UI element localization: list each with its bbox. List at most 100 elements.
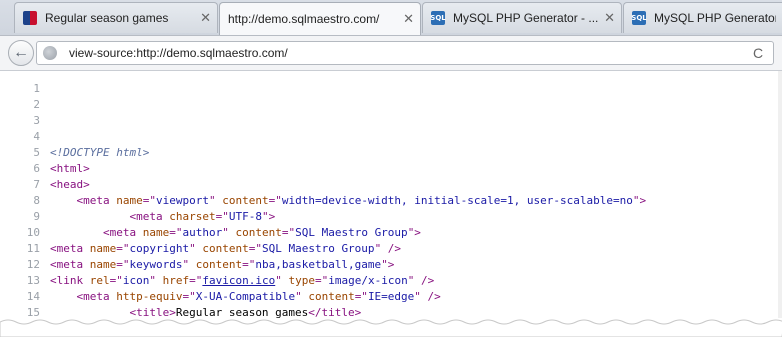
tab-regular-season-games[interactable]: Regular season games ✕	[14, 2, 218, 33]
source-token: <link	[50, 274, 90, 287]
source-token: ="	[268, 194, 282, 207]
source-token: nba,basketball,game	[255, 258, 382, 271]
source-token: ="	[142, 194, 156, 207]
tab-mysql-php-generator-2[interactable]: SQL MySQL PHP Generator -	[623, 2, 782, 33]
tab-label: MySQL PHP Generator - ...	[453, 11, 599, 25]
tab-mysql-php-generator-1[interactable]: SQL MySQL PHP Generator - ... ✕	[422, 2, 622, 33]
source-token: ">	[407, 226, 421, 239]
line-number: 7	[33, 178, 40, 191]
source-token: copyright	[129, 242, 190, 255]
source-token: name	[89, 242, 117, 255]
address-bar[interactable]: view-source:http://demo.sqlmaestro.com/ …	[36, 41, 774, 65]
source-line: 14 <meta http-equiv="X-UA-Compatible" co…	[0, 289, 770, 305]
source-token: " />	[374, 242, 402, 255]
line-number: 2	[33, 98, 40, 111]
source-link[interactable]: favicon.ico	[202, 274, 275, 287]
torn-edge	[0, 318, 782, 337]
source-token: <!DOCTYPE html>	[50, 146, 150, 159]
line-number: 8	[33, 194, 40, 207]
source-token: ">	[381, 258, 395, 271]
source-token: <meta	[129, 210, 170, 223]
tab-label: http://demo.sqlmaestro.com/	[228, 12, 380, 26]
tab-label: Regular season games	[45, 11, 169, 25]
line-number: 14	[26, 290, 40, 303]
close-icon[interactable]: ✕	[200, 10, 211, 26]
source-token: keywords	[129, 258, 183, 271]
source-token: image/x-icon	[328, 274, 408, 287]
source-token: "	[182, 258, 196, 271]
line-number: 5	[33, 146, 40, 159]
reload-button[interactable]: C	[749, 45, 767, 61]
source-token: <meta	[50, 242, 90, 255]
source-token: ">	[261, 210, 276, 223]
source-token: <html>	[50, 162, 90, 175]
source-token: SQL Maestro Group	[295, 226, 408, 239]
source-token: ="	[116, 258, 130, 271]
source-line: 7 <head>	[0, 177, 770, 193]
source-line: 9 <meta charset="UTF-8">	[0, 209, 770, 225]
source-token: " />	[407, 274, 435, 287]
source-token: ">	[632, 194, 647, 207]
source-token: <meta	[76, 194, 117, 207]
source-token: " />	[414, 290, 441, 303]
sql-icon: SQL	[430, 11, 446, 25]
source-line: 5 <!DOCTYPE html>	[0, 145, 770, 161]
address-input[interactable]: view-source:http://demo.sqlmaestro.com/	[69, 46, 749, 60]
source-token: "	[222, 226, 236, 239]
source-token: type	[288, 274, 315, 287]
source-token: UTF-8	[228, 210, 262, 223]
source-token: ="	[182, 290, 196, 303]
source-token: <meta	[102, 226, 143, 239]
source-token: charset	[169, 210, 216, 223]
source-token: viewport	[156, 194, 209, 207]
source-token: ="	[281, 226, 296, 239]
close-icon[interactable]: ✕	[604, 10, 615, 26]
source-line: 11 <meta name="copyright" content="SQL Ma…	[0, 241, 770, 257]
source-token: IE=edge	[367, 290, 415, 303]
line-number: 4	[33, 130, 40, 143]
page-source-view: 1 2 3 4 5 <!DOCTYPE html> 6 <html> 7 <head> 8 <met…	[0, 71, 782, 337]
scrollbar[interactable]	[778, 71, 782, 321]
source-token: X-UA-Compatible	[195, 290, 296, 303]
globe-icon	[43, 46, 57, 60]
line-number: 3	[33, 114, 40, 127]
tab-view-source[interactable]: http://demo.sqlmaestro.com/ ✕	[219, 2, 421, 35]
source-token: <meta	[50, 258, 90, 271]
line-number: 12	[26, 258, 40, 271]
source-token: name	[89, 258, 117, 271]
source-token: ="	[242, 258, 256, 271]
source-token: "	[208, 194, 223, 207]
source-token: width=device-width, initial-scale=1, use…	[281, 194, 633, 207]
line-number: 1	[33, 82, 40, 95]
source-token: SQL Maestro Group	[261, 242, 375, 255]
source-token: author	[182, 226, 223, 239]
back-button[interactable]: ←	[8, 40, 34, 66]
tab-strip: Regular season games ✕ http://demo.sqlma…	[0, 0, 782, 36]
source-token: <meta	[76, 290, 117, 303]
close-icon[interactable]: ✕	[403, 11, 414, 27]
line-number: 6	[33, 162, 40, 175]
source-token: href	[162, 274, 190, 287]
line-number: 13	[26, 274, 40, 287]
source-token: icon	[122, 274, 150, 287]
source-token: "	[275, 274, 289, 287]
source-token: ="	[109, 274, 123, 287]
source-token: ="	[354, 290, 368, 303]
source-token: content	[308, 290, 355, 303]
source-line: 13 <link rel="icon" href="favicon.ico" ty…	[0, 273, 770, 289]
source-token: ="	[248, 242, 262, 255]
source-line: 2	[0, 97, 770, 113]
source-token: ="	[189, 274, 203, 287]
source-line: 12 <meta name="keywords" content="nba,bas…	[0, 257, 770, 273]
source-token: ="	[314, 274, 329, 287]
source-line: 1	[0, 81, 770, 97]
navigation-bar: ← view-source:http://demo.sqlmaestro.com…	[0, 36, 782, 71]
source-token: content	[222, 194, 269, 207]
source-token: "	[295, 290, 309, 303]
source-token: ="	[215, 210, 229, 223]
line-number: 9	[33, 210, 40, 223]
